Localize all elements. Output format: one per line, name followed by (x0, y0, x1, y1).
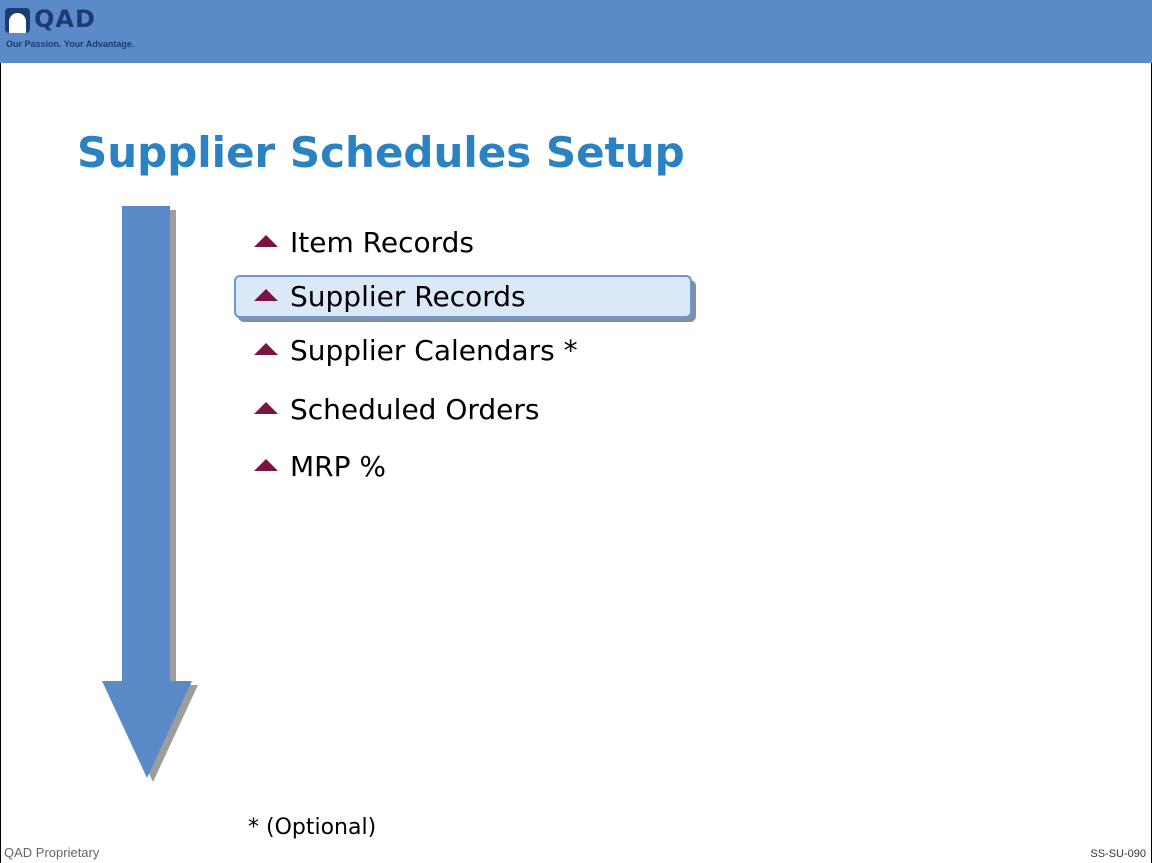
list-item-label: Supplier Records (290, 280, 526, 313)
down-arrow-shape (102, 206, 192, 778)
triangle-bullet-icon (254, 289, 278, 301)
list-item-label: Item Records (290, 226, 474, 259)
triangle-bullet-icon (254, 343, 278, 355)
list-item-scheduled-orders: Scheduled Orders (254, 389, 540, 431)
list-item-mrp: MRP % (254, 446, 386, 488)
triangle-bullet-icon (254, 459, 278, 471)
footnote: * (Optional) (248, 815, 377, 840)
footer-slide-code: SS-SU-090 (1090, 848, 1146, 860)
list-item-item-records: Item Records (254, 222, 474, 264)
list-item-label: Supplier Calendars * (290, 334, 578, 367)
list-item-label: Scheduled Orders (290, 393, 540, 426)
footer-proprietary: QAD Proprietary (4, 845, 100, 860)
list-item-label: MRP % (290, 450, 387, 483)
triangle-bullet-icon (254, 235, 278, 247)
list-item-supplier-calendars: Supplier Calendars * (254, 330, 578, 372)
triangle-bullet-icon (254, 402, 278, 414)
list-item-supplier-records: Supplier Records (254, 276, 526, 318)
down-arrow-graphic (102, 206, 198, 782)
